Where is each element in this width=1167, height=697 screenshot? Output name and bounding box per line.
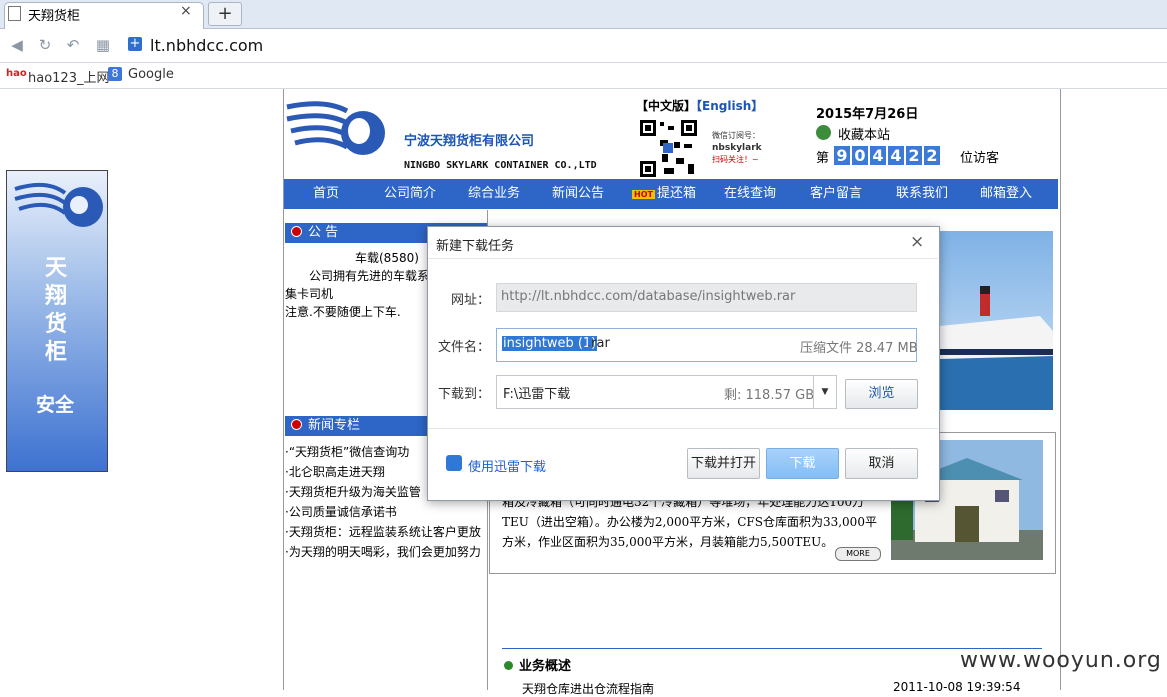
address-bar[interactable] xyxy=(124,34,1167,58)
browse-button[interactable]: 浏览 xyxy=(845,379,918,409)
list-item[interactable]: ·为天翔的明天喝彩，我们会更加努力 xyxy=(285,542,485,562)
file-size: 压缩文件 28.47 MB xyxy=(800,341,918,356)
nav-contact[interactable]: 联系我们 xyxy=(880,179,964,209)
bookmarks-bar xyxy=(0,63,1167,89)
free-space: 剩: 118.57 GB xyxy=(724,388,815,403)
cruise-ship-image xyxy=(940,231,1053,410)
notice-line: 注意.不要随便上下车. xyxy=(285,305,401,319)
notice-line: 公司拥有先进的车载系 xyxy=(309,269,430,283)
nav-pickup-label: 提还箱 xyxy=(656,186,696,201)
bookmark-hao123[interactable]: hao123_上网 xyxy=(28,67,109,86)
wechat-label: 微信订阅号： xyxy=(712,131,760,140)
cancel-button[interactable]: 取消 xyxy=(845,448,918,479)
counter-digit: 4 xyxy=(870,146,886,165)
bookmark-google[interactable]: Google xyxy=(128,67,174,82)
tab-title: 天翔货柜 xyxy=(28,9,81,24)
nav-mail[interactable]: 邮箱登入 xyxy=(964,179,1048,209)
google-icon: 8 xyxy=(108,67,122,81)
filename-selected[interactable]: insightweb (1) xyxy=(502,336,598,351)
hot-badge: HOT xyxy=(632,190,655,199)
notice-line: 集卡司机 xyxy=(285,287,334,301)
bookmark-site-link[interactable]: 收藏本站 xyxy=(838,124,890,143)
visitor-counter: 9 0 4 4 2 2 xyxy=(834,146,940,165)
more-button[interactable]: MORE xyxy=(835,547,881,561)
nav-home[interactable]: 首页 xyxy=(284,179,368,209)
site-date: 2015年7月26日 xyxy=(816,107,919,122)
hao123-icon: hao xyxy=(6,68,27,79)
main-nav: 首页 公司简介 综合业务 新闻公告 HOT 提还箱 在线查询 客户留言 联系我们 … xyxy=(284,179,1058,209)
favorite-globe-icon xyxy=(816,125,831,140)
filename-label: 文件名： xyxy=(437,340,490,355)
notice-line: 车载(8580) xyxy=(355,251,419,265)
dialog-title: 新建下载任务 xyxy=(436,239,515,254)
banner-logo-icon xyxy=(14,182,103,227)
qr-code-icon xyxy=(638,118,699,179)
new-tab-button[interactable]: + xyxy=(208,2,242,26)
watermark: www.wooyun.org xyxy=(960,648,1162,673)
xunlei-icon xyxy=(446,455,462,471)
apps-grid-icon[interactable]: ▦ xyxy=(94,36,112,54)
wechat-info: 微信订阅号： nbskylark 扫码关注！~ xyxy=(712,130,762,166)
lang-en-link[interactable]: 【English】 xyxy=(696,99,763,113)
wechat-id: nbskylark xyxy=(712,143,762,153)
counter-digit: 2 xyxy=(906,146,922,165)
banner-safe-text: 安全 xyxy=(36,394,75,416)
business-overview-title: 业务概述 xyxy=(504,655,571,674)
divider xyxy=(428,428,938,429)
biz-item-link[interactable]: 天翔仓库进出仓流程指南 xyxy=(522,680,654,697)
use-xunlei-link[interactable]: 使用迅雷下载 xyxy=(468,456,546,475)
company-name-en: NINGBO SKYLARK CONTAINER CO.,LTD xyxy=(404,160,597,171)
refresh-icon[interactable]: ↻ xyxy=(36,36,54,54)
counter-digit: 9 xyxy=(834,146,850,165)
nav-message[interactable]: 客户留言 xyxy=(792,179,880,209)
notice-title: 公 告 xyxy=(308,225,339,240)
save-path-value: F:\迅雷下载 xyxy=(503,387,571,402)
download-button[interactable]: 下载 xyxy=(766,448,839,479)
nav-query[interactable]: 在线查询 xyxy=(708,179,792,209)
site-plus-icon: + xyxy=(128,36,142,51)
notice-body: 车载(8580) 公司拥有先进的车载系 集卡司机 注意.不要随便上下车. xyxy=(285,249,435,321)
lang-cn-link[interactable]: 【中文版】 xyxy=(636,99,696,113)
list-item[interactable]: ·公司质量诚信承诺书 xyxy=(285,502,485,522)
counter-suffix: 位访客 xyxy=(960,151,1000,166)
counter-digit: 0 xyxy=(852,146,868,165)
save-path-label: 下载到： xyxy=(437,387,490,402)
chevron-down-icon[interactable]: ▼ xyxy=(813,375,837,409)
filename-extension: .rar xyxy=(587,336,610,351)
wechat-hint: 扫码关注！~ xyxy=(712,155,759,164)
section-bullet-icon xyxy=(504,661,513,670)
counter-digit: 4 xyxy=(888,146,904,165)
nav-about[interactable]: 公司简介 xyxy=(368,179,452,209)
biz-item-date: 2011-10-08 19:39:54 xyxy=(893,680,1021,694)
biz-title-text: 业务概述 xyxy=(519,659,572,674)
section-bullet-icon xyxy=(291,226,302,237)
divider xyxy=(428,258,938,259)
back-icon[interactable]: ◀ xyxy=(8,36,26,54)
close-tab-icon[interactable]: × xyxy=(180,3,192,19)
counter-digit: 2 xyxy=(924,146,940,165)
list-item[interactable]: ·天翔货柜：远程监装系统让客户更放 xyxy=(285,522,485,542)
nav-business[interactable]: 综合业务 xyxy=(452,179,536,209)
counter-prefix: 第 xyxy=(816,151,830,166)
news-title: 新闻专栏 xyxy=(308,418,361,433)
language-switch: 【中文版】【English】 xyxy=(636,97,763,114)
undo-icon[interactable]: ↶ xyxy=(64,36,82,54)
url-value: http://lt.nbhdcc.com/database/insightweb… xyxy=(501,289,796,304)
nav-pickup[interactable]: HOT 提还箱 xyxy=(620,179,708,209)
section-bullet-icon xyxy=(291,419,302,430)
url-label: 网址： xyxy=(450,293,490,308)
download-and-open-button[interactable]: 下载并打开 xyxy=(687,448,760,479)
company-logo-icon xyxy=(286,101,385,155)
page-icon xyxy=(8,6,21,21)
banner-title: 天翔货柜 xyxy=(44,256,67,365)
company-name-cn: 宁波天翔货柜有限公司 xyxy=(404,134,535,149)
intro-text: 箱及冷藏箱（可同时通电32个冷藏箱）等堆场，年处理能力达100万TEU（进出空箱… xyxy=(502,495,877,549)
url-text[interactable]: lt.nbhdcc.com xyxy=(150,36,263,55)
close-icon[interactable]: × xyxy=(910,232,924,252)
nav-news[interactable]: 新闻公告 xyxy=(536,179,620,209)
